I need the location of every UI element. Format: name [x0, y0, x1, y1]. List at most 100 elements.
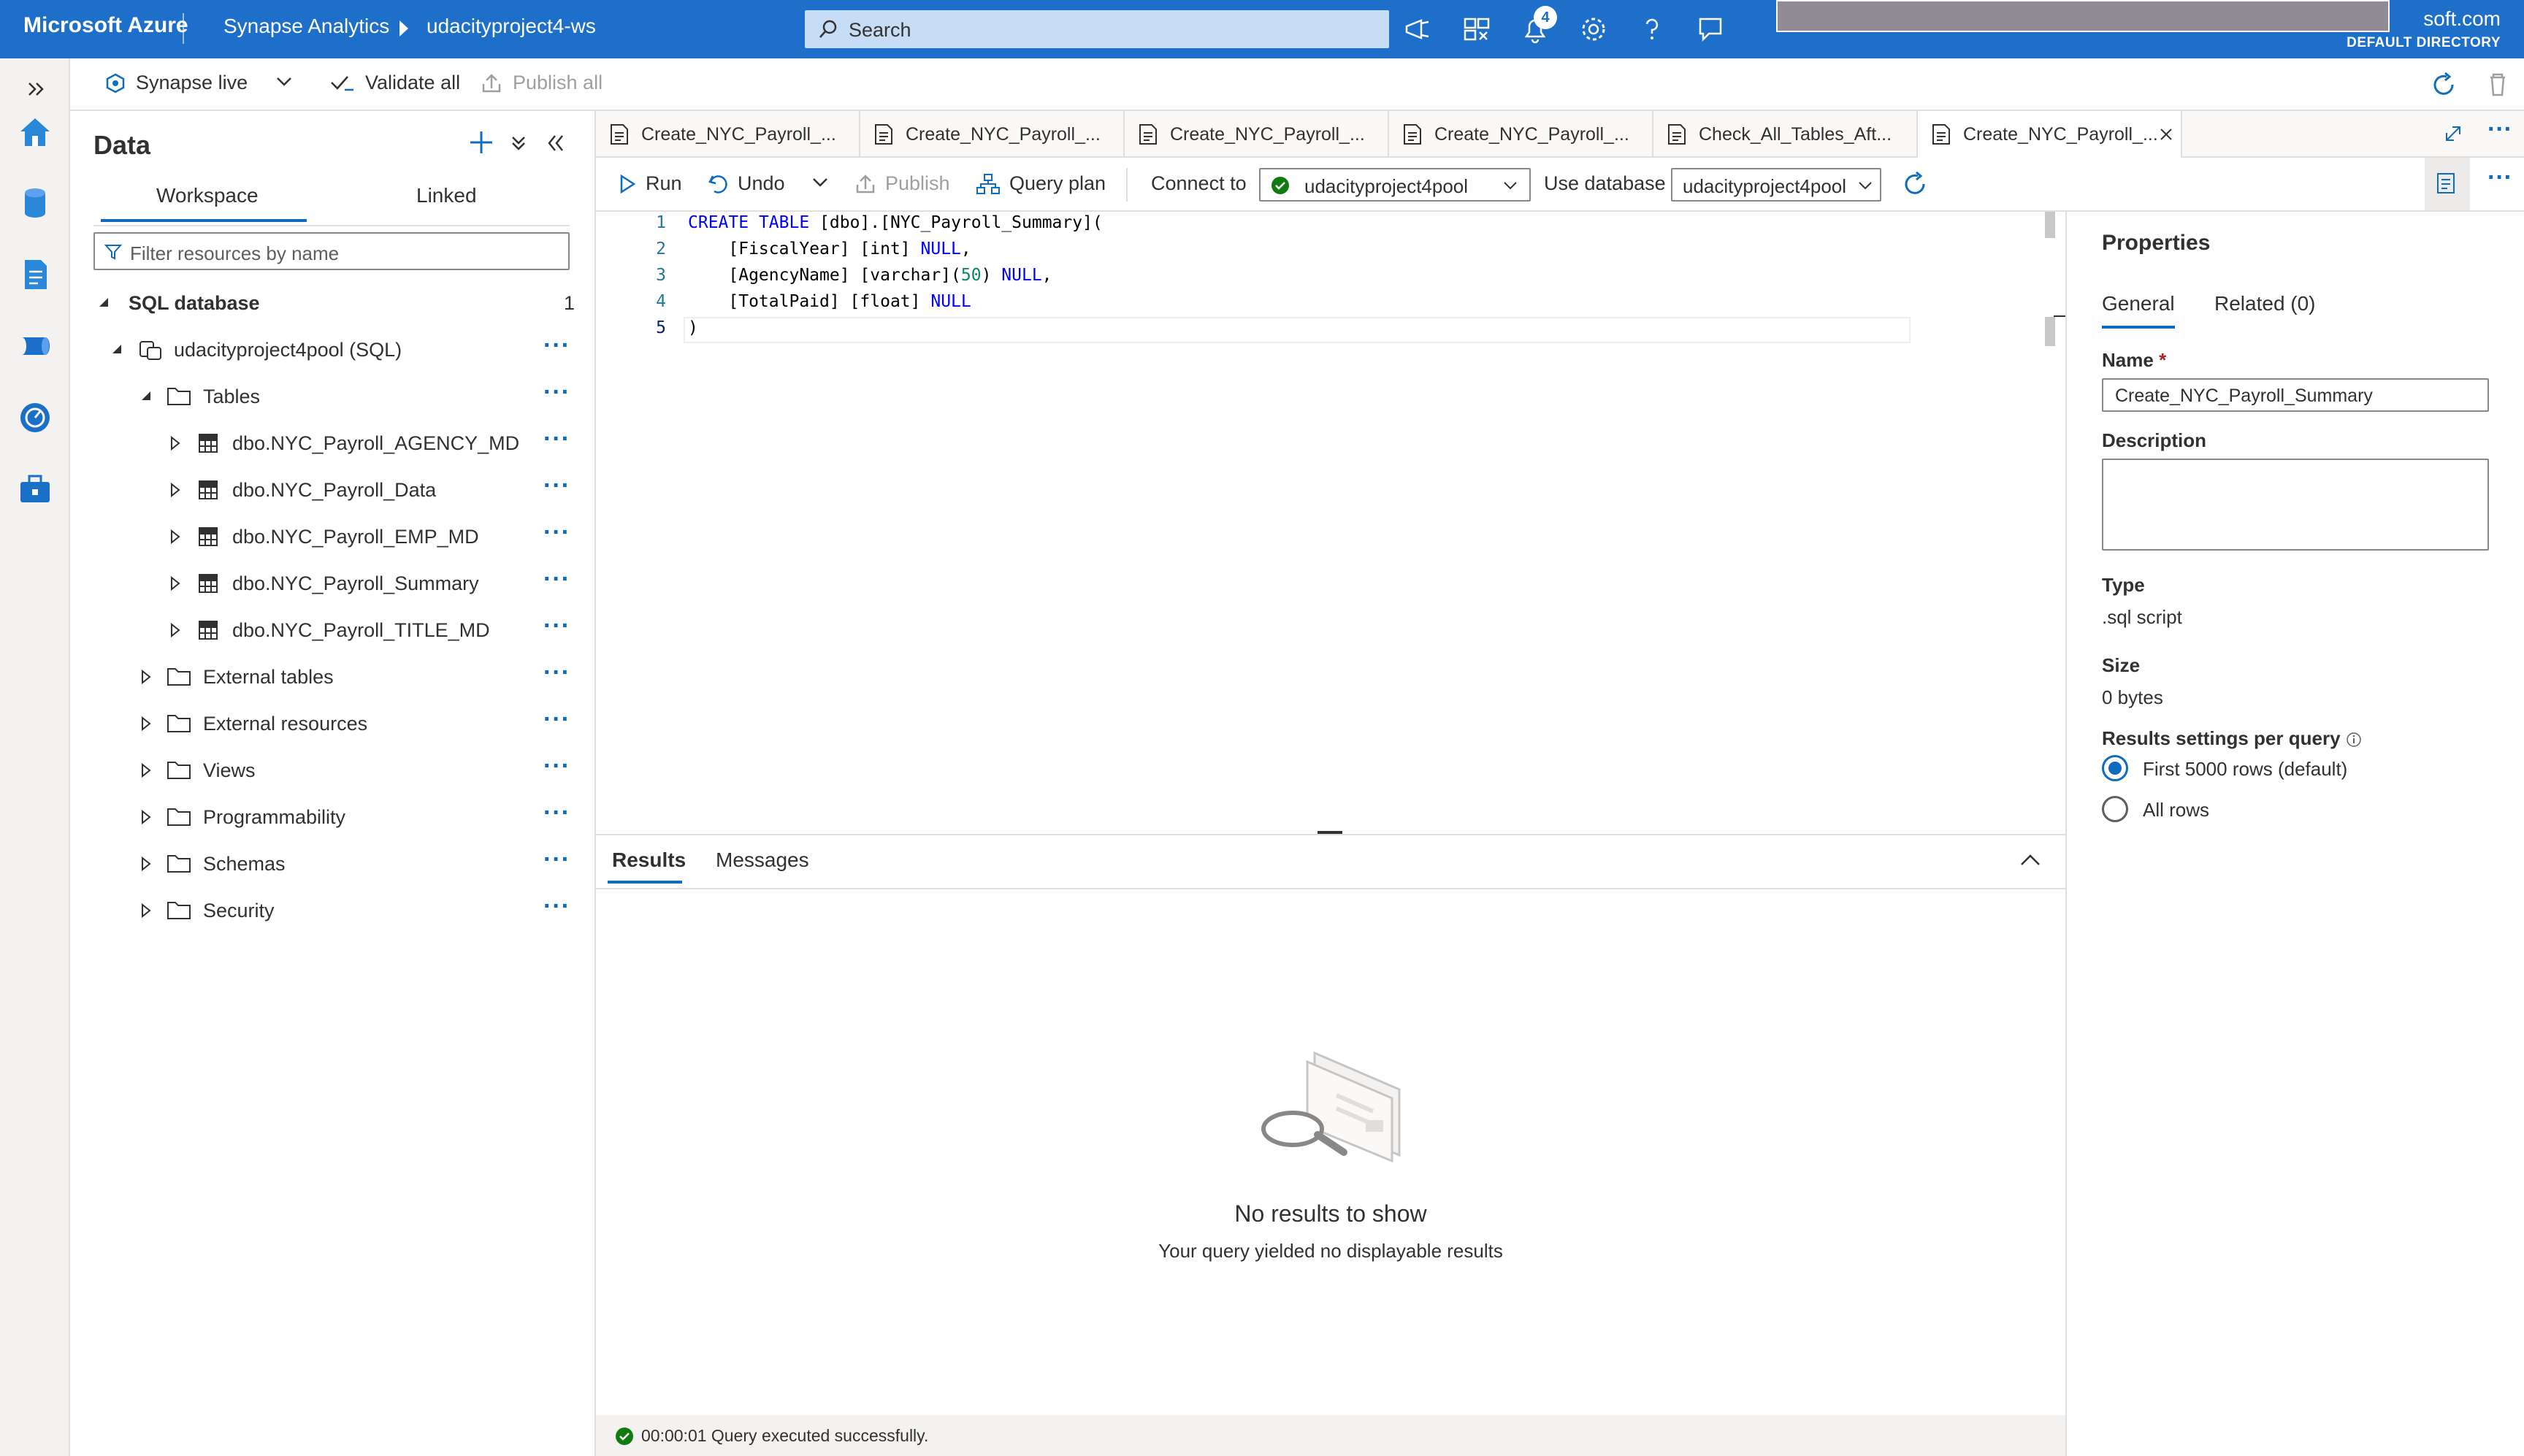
tab-general[interactable]: General — [2102, 292, 2175, 315]
tab-messages[interactable]: Messages — [716, 848, 809, 872]
expand-nav-icon[interactable] — [16, 70, 54, 108]
undo-button[interactable]: Undo — [707, 172, 785, 195]
properties-toggle[interactable] — [2425, 158, 2470, 210]
data-hub-icon[interactable] — [16, 184, 54, 222]
run-button[interactable]: Run — [618, 172, 682, 195]
caret-collapsed-icon — [142, 809, 151, 825]
table-row[interactable]: dbo.NYC_Payroll_EMP_MD ··· — [70, 517, 581, 558]
settings-gear-icon[interactable] — [1578, 13, 1610, 45]
more-options-icon[interactable]: ··· — [543, 705, 570, 734]
collapse-panel-icon[interactable] — [543, 131, 567, 155]
tab-results[interactable]: Results — [612, 848, 686, 872]
help-icon[interactable] — [1636, 13, 1668, 45]
announcement-icon[interactable] — [1402, 13, 1434, 45]
sql-database-label: SQL database — [129, 292, 260, 314]
use-database-select[interactable]: udacityproject4pool — [1671, 168, 1881, 202]
publish-button[interactable]: Publish — [854, 172, 950, 195]
size-value: 0 bytes — [2102, 686, 2163, 708]
search-input[interactable]: Search — [805, 10, 1389, 48]
more-options-icon[interactable]: ··· — [543, 846, 570, 874]
maximize-icon[interactable] — [2442, 123, 2464, 145]
table-row[interactable]: dbo.NYC_Payroll_TITLE_MD ··· — [70, 610, 581, 651]
query-plan-button[interactable]: Query plan — [976, 172, 1106, 195]
home-icon[interactable] — [16, 112, 54, 150]
tab-workspace[interactable]: Workspace — [156, 184, 259, 207]
validate-all-button[interactable]: Validate all — [330, 72, 460, 94]
synapse-live-dropdown[interactable] — [275, 72, 294, 91]
properties-title: Properties — [2102, 231, 2211, 255]
add-resource-icon[interactable] — [467, 129, 495, 156]
table-row[interactable]: dbo.NYC_Payroll_AGENCY_MD ··· — [70, 424, 581, 464]
description-field[interactable] — [2102, 459, 2489, 551]
folder-row[interactable]: Schemas ··· — [70, 844, 581, 885]
connect-to-select[interactable]: udacityproject4pool — [1259, 168, 1531, 202]
name-field[interactable]: Create_NYC_Payroll_Summary — [2102, 378, 2489, 412]
more-options-icon[interactable]: ··· — [543, 612, 570, 640]
tab-linked[interactable]: Linked — [416, 184, 477, 207]
scrollbar-thumb[interactable] — [2045, 212, 2055, 238]
folder-row[interactable]: Views ··· — [70, 751, 581, 792]
more-options-icon[interactable]: ··· — [543, 518, 570, 547]
collapse-all-icon[interactable] — [508, 133, 529, 153]
folder-row[interactable]: Programmability ··· — [70, 797, 581, 838]
more-options-icon[interactable]: ··· — [543, 752, 570, 781]
publish-icon — [856, 174, 875, 193]
folder-row[interactable]: Security ··· — [70, 891, 581, 932]
more-options-icon[interactable]: ··· — [543, 378, 570, 407]
scrollbar-thumb[interactable] — [2045, 317, 2055, 346]
caret-collapsed-icon — [171, 575, 180, 591]
monitor-hub-icon[interactable] — [16, 399, 54, 437]
more-options-icon[interactable]: ··· — [543, 472, 570, 500]
doc-tab-active[interactable]: Create_NYC_Payroll_... — [1918, 111, 2182, 158]
caret-collapsed-icon — [142, 762, 151, 778]
sql-script-icon — [1932, 124, 1950, 145]
refresh-database-icon[interactable] — [1900, 169, 1930, 199]
radio-all-rows[interactable] — [2102, 796, 2128, 822]
directory-label: DEFAULT DIRECTORY — [2347, 35, 2501, 50]
doc-tab[interactable]: Create_NYC_Payroll_... — [1125, 111, 1389, 158]
chevron-down-icon — [1504, 182, 1517, 190]
folder-row[interactable]: External resources ··· — [70, 704, 581, 745]
account-name[interactable]: soft.com — [2423, 7, 2501, 31]
synapse-live-button[interactable]: Synapse live — [105, 72, 248, 94]
connect-to-label: Connect to — [1151, 172, 1247, 194]
filter-input[interactable]: Filter resources by name — [93, 232, 570, 270]
more-options-icon[interactable]: ··· — [2487, 164, 2512, 192]
more-options-icon[interactable]: ··· — [543, 659, 570, 687]
splitter-grip[interactable] — [1318, 831, 1342, 834]
doc-tab[interactable]: Check_All_Tables_Aft... — [1653, 111, 1918, 158]
code-editor[interactable]: 1 2 3 4 5 CREATE TABLE [dbo].[NYC_Payrol… — [596, 212, 2065, 834]
undo-dropdown[interactable] — [811, 172, 830, 191]
line-number: 3 — [656, 266, 666, 285]
table-row[interactable]: dbo.NYC_Payroll_Summary ··· — [70, 564, 581, 605]
collapse-results-icon[interactable] — [2019, 848, 2042, 872]
tree-item-pool[interactable]: udacityproject4pool (SQL) ··· — [70, 330, 581, 371]
folder-row[interactable]: External tables ··· — [70, 657, 581, 698]
more-options-icon[interactable]: ··· — [543, 892, 570, 921]
more-options-icon[interactable]: ··· — [543, 799, 570, 827]
discard-icon[interactable] — [2483, 70, 2512, 99]
table-row[interactable]: dbo.NYC_Payroll_Data ··· — [70, 470, 581, 511]
brand-label[interactable]: Microsoft Azure — [23, 13, 188, 38]
publish-all-button[interactable]: Publish all — [481, 72, 603, 94]
feedback-icon[interactable] — [1694, 13, 1726, 45]
tree-item-tables[interactable]: Tables ··· — [70, 377, 581, 418]
breadcrumb-synapse[interactable]: Synapse Analytics — [223, 15, 389, 38]
integrate-hub-icon[interactable] — [16, 327, 54, 365]
doc-tab[interactable]: Create_NYC_Payroll_... — [860, 111, 1125, 158]
more-tabs-icon[interactable]: ··· — [2487, 115, 2512, 144]
manage-hub-icon[interactable] — [16, 470, 54, 508]
tree-section-sql-database[interactable]: SQL database 1 — [70, 283, 581, 324]
directory-switch-icon[interactable] — [1461, 13, 1493, 45]
develop-hub-icon[interactable] — [16, 256, 54, 294]
tab-related[interactable]: Related (0) — [2214, 292, 2316, 315]
results-settings-label: Results settings per query — [2102, 727, 2341, 749]
breadcrumb-workspace[interactable]: udacityproject4-ws — [427, 15, 596, 38]
radio-first-5000-rows[interactable] — [2102, 755, 2128, 781]
more-options-icon[interactable]: ··· — [543, 565, 570, 594]
doc-tab[interactable]: Create_NYC_Payroll_... — [1389, 111, 1653, 158]
refresh-icon[interactable] — [2429, 70, 2458, 99]
more-options-icon[interactable]: ··· — [543, 332, 570, 360]
more-options-icon[interactable]: ··· — [543, 425, 570, 453]
doc-tab[interactable]: Create_NYC_Payroll_... — [596, 111, 860, 158]
